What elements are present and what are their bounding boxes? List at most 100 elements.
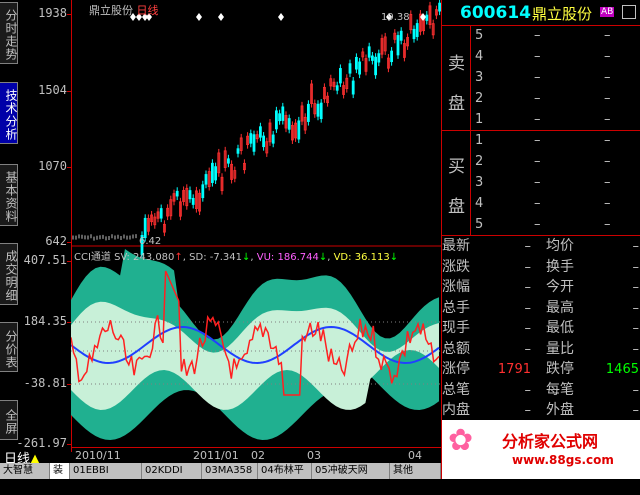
sell-level-row[interactable]: 2 – – <box>442 88 640 109</box>
quote-value: – <box>524 341 532 357</box>
logo-banner[interactable]: ✿ 分析家公式网 www.88gs.com <box>442 420 640 479</box>
low-value: 6.42 <box>139 236 162 247</box>
buy-level-row[interactable]: 2 – – <box>442 151 640 172</box>
buy-level-row[interactable]: 5 – – <box>442 214 640 235</box>
tab-kddi[interactable]: 02KDDI <box>142 463 202 479</box>
candle-body <box>188 190 192 200</box>
quote-label: 现手 <box>442 320 470 336</box>
date-axis: 2010/11 2011/01 02 03 04 <box>71 447 441 464</box>
cci-band-series <box>71 249 439 440</box>
tab-bollinger[interactable]: 04布林平衡 <box>258 463 312 492</box>
candle-body <box>306 103 310 122</box>
ab-badge[interactable]: AB <box>600 7 615 17</box>
cci-axis-label: -38.81 <box>23 376 67 390</box>
expand-icon[interactable] <box>622 5 636 19</box>
chart-area[interactable]: 鼎立股份 日线 19.38 6.42 CCI通道 SV: 243.080↑, S… <box>71 0 441 452</box>
candle-body <box>335 85 339 91</box>
sell-level-row[interactable]: 5 – – <box>442 25 640 46</box>
candle-body <box>358 61 362 75</box>
quote-label: 涨幅 <box>442 279 470 295</box>
high-annotation: 19.38 <box>381 12 410 23</box>
level-number: 5 <box>475 217 484 232</box>
price-axis-label: 1504 <box>38 83 67 97</box>
quote-value: 1791 <box>497 362 531 377</box>
arrow-down-icon: ↓ <box>242 252 251 263</box>
quote-label: 跌停 <box>546 361 574 377</box>
tab-trade-details[interactable]: 成交明细 <box>0 243 18 305</box>
quote-row: 总笔 – 每笔 – <box>442 380 640 401</box>
quote-value: – <box>632 321 640 336</box>
buy-level-row[interactable]: 1 – – <box>442 130 640 151</box>
low-annotation: 6.42 <box>139 236 161 247</box>
candle-body <box>354 56 358 70</box>
quote-value: – <box>524 321 532 336</box>
candle-body <box>258 126 262 138</box>
level-price: – <box>534 133 541 148</box>
quote-row: 最新 – 均价 – <box>442 236 640 257</box>
quote-row: 内盘 – 外盘 – <box>442 400 640 421</box>
quote-value: – <box>524 300 532 316</box>
level-price: – <box>534 49 541 64</box>
quote-label: 最新 <box>442 238 470 254</box>
level-volume: – <box>604 175 611 190</box>
tab-ebbi[interactable]: 01EBBI <box>70 463 142 479</box>
level-volume: – <box>604 112 611 127</box>
quote-value: – <box>524 259 532 275</box>
tab-dazhihui[interactable]: 大智慧 <box>0 463 50 479</box>
level-price: – <box>534 217 541 232</box>
candlestick-series <box>72 0 441 259</box>
price-axis-label: 642 <box>45 234 67 248</box>
sv-label: SV: <box>114 252 130 263</box>
side-tab-bar: 分时走势 技术分析 基本资料 成交明细 分价表 全屏 <box>0 0 19 462</box>
sell-level-row[interactable]: 3 – – <box>442 67 640 88</box>
level-volume: – <box>604 217 611 232</box>
candle-body <box>204 174 208 185</box>
tab-technical-analysis[interactable]: 技术分析 <box>0 82 18 144</box>
candle-body <box>412 28 416 40</box>
date-label: 2010/11 <box>75 449 121 462</box>
date-label: 04 <box>408 449 422 462</box>
arrow-down-icon: ↓ <box>389 252 399 263</box>
quote-row: 总额 – 量比 – <box>442 339 640 360</box>
cci-axis-label: 407.51 <box>23 253 67 267</box>
period-label: 日线 <box>136 4 159 17</box>
quote-value: – <box>632 239 640 254</box>
level-price: – <box>534 112 541 127</box>
candle-body <box>399 30 403 41</box>
quote-value: – <box>524 403 532 418</box>
candle-body <box>175 190 179 197</box>
date-label: 03 <box>307 449 321 462</box>
quote-value: – <box>632 259 640 275</box>
tab-fundamentals[interactable]: 基本资料 <box>0 164 18 226</box>
candle-body <box>390 50 394 63</box>
candle-body <box>281 106 285 121</box>
sell-level-row[interactable]: 4 – – <box>442 46 640 67</box>
arrow-up-icon: ↑ <box>174 252 183 263</box>
tab-intraday[interactable]: 分时走势 <box>0 2 18 64</box>
chart-title: 鼎立股份 日线 <box>89 2 159 18</box>
sell-level-row[interactable]: 1 – – <box>442 109 640 130</box>
candle-body <box>297 120 301 140</box>
level-volume: – <box>604 91 611 106</box>
stock-header: 600614 鼎立股份 AB <box>442 0 640 25</box>
vu-value: 186.744 <box>277 252 319 263</box>
tab-break-net[interactable]: 05冲破天网 <box>312 463 390 479</box>
buy-level-row[interactable]: 3 – – <box>442 172 640 193</box>
level-volume: – <box>604 154 611 169</box>
level-price: – <box>534 70 541 85</box>
quote-label: 涨跌 <box>442 258 470 275</box>
level-number: 2 <box>475 154 484 169</box>
tab-other[interactable]: 其他 <box>390 463 441 479</box>
quote-value: 1465 <box>605 362 639 377</box>
tab-price-table[interactable]: 分价表 <box>0 322 18 372</box>
candle-body <box>396 35 400 56</box>
quote-label: 量比 <box>546 340 574 357</box>
level-volume: – <box>604 28 611 43</box>
level-number: 3 <box>475 70 484 85</box>
candle-body <box>262 135 266 148</box>
quote-label: 总笔 <box>442 381 470 398</box>
buy-level-row[interactable]: 4 – – <box>442 193 640 214</box>
tab-fullscreen[interactable]: 全屏 <box>0 400 18 440</box>
tab-ma358[interactable]: 03MA358 <box>202 463 258 479</box>
tab-install[interactable]: 装 <box>50 463 70 479</box>
